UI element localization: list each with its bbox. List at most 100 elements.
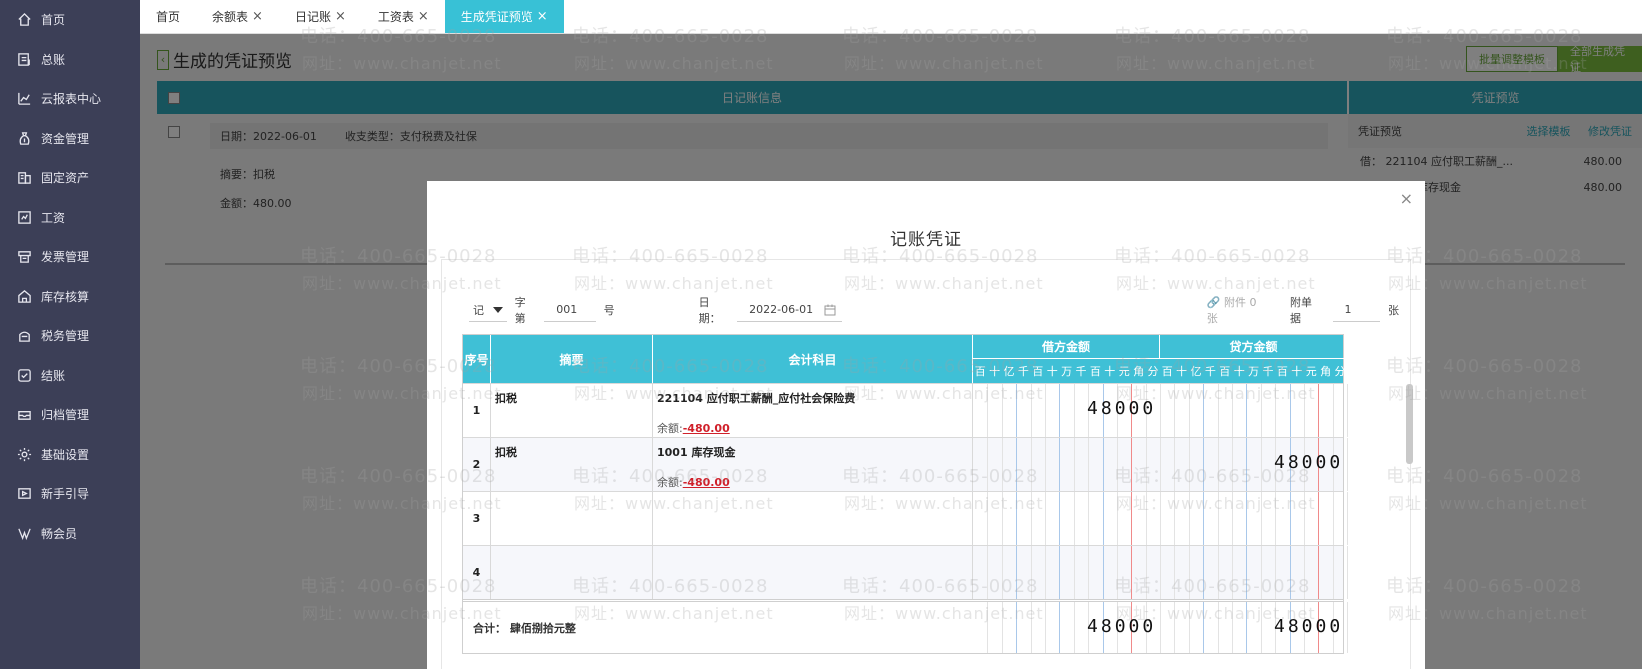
row-account[interactable]: 1001 库存现金 余额:-480.00: [653, 438, 973, 491]
digit-gridline: [1188, 438, 1190, 491]
close-icon[interactable]: ×: [335, 9, 346, 24]
digit-gridline: [1059, 492, 1061, 545]
sidebar-item-12[interactable]: 新手引导: [0, 474, 140, 514]
digit-gridline: [1045, 438, 1046, 491]
row-account[interactable]: [653, 492, 973, 545]
close-icon[interactable]: ×: [537, 9, 548, 24]
sidebar-item-7[interactable]: 库存核算: [0, 277, 140, 317]
credit-unit-label: 千: [1204, 365, 1216, 378]
sidebar-item-13[interactable]: 畅会员: [0, 514, 140, 554]
total-label: 合计： 肆佰捌拾元整: [473, 622, 576, 635]
sidebar-item-4[interactable]: 固定资产: [0, 158, 140, 198]
digit-gridline: [1232, 602, 1233, 653]
tab-3[interactable]: 工资表 ×: [362, 0, 445, 33]
voucher-word-select[interactable]: 记: [469, 298, 507, 322]
sidebar-item-11[interactable]: 基础设置: [0, 435, 140, 475]
digit-gridline: [1160, 492, 1162, 545]
row-summary[interactable]: 扣税: [491, 438, 653, 491]
digit-gridline: [1232, 438, 1233, 491]
sidebar-item-label: 云报表中心: [41, 92, 102, 107]
tab-2[interactable]: 日记账 ×: [279, 0, 362, 33]
tab-label: 首页: [156, 10, 181, 24]
modal-scrollbar[interactable]: [1406, 384, 1413, 464]
tab-label: 生成凭证预览: [460, 10, 533, 24]
tab-1[interactable]: 余额表 ×: [196, 0, 279, 33]
credit-unit-label: 角: [1320, 365, 1332, 378]
row-summary[interactable]: [491, 546, 653, 599]
digit-gridline: [1188, 384, 1190, 437]
digit-gridline: [1203, 492, 1205, 545]
digit-gridline: [1145, 492, 1147, 545]
total-amount-words: 肆佰捌拾元整: [509, 622, 576, 635]
sidebar-item-8[interactable]: 税务管理: [0, 316, 140, 356]
digit-gridline: [1088, 492, 1090, 545]
digit-gridline: [1117, 546, 1118, 599]
debit-unit-label: 分: [1147, 365, 1159, 378]
sidebar-item-0[interactable]: 首页: [0, 0, 140, 40]
digit-gridline: [1347, 384, 1349, 437]
row-index: 1: [463, 384, 491, 437]
sidebar-item-3[interactable]: 资金管理: [0, 119, 140, 159]
digit-gridline: [1275, 384, 1277, 437]
digit-gridline: [1217, 546, 1219, 599]
voucher-date-input[interactable]: 2022-06-01: [737, 298, 842, 322]
digit-gridline: [1174, 602, 1176, 653]
voucher-row[interactable]: 4: [463, 545, 1349, 599]
row-index: 2: [463, 438, 491, 491]
voucher-row[interactable]: 2 扣税 1001 库存现金 余额:-480.00 48000: [463, 437, 1349, 491]
attachment-link[interactable]: 🔗 附件 0 张: [1207, 294, 1270, 326]
sidebar-item-10[interactable]: 归档管理: [0, 395, 140, 435]
digit-gridline: [1117, 492, 1118, 545]
digit-gridline: [1016, 438, 1018, 491]
tab-label: 工资表: [377, 10, 414, 24]
sidebar-item-label: 发票管理: [41, 250, 90, 265]
digit-gridline: [1347, 438, 1349, 491]
sidebar-item-label: 归档管理: [41, 408, 90, 423]
credit-unit-label: 十: [1176, 365, 1188, 378]
debit-amount: 48000: [1087, 398, 1157, 419]
close-icon[interactable]: ×: [418, 9, 429, 24]
digit-gridline: [1045, 492, 1046, 545]
number-suffix: 号: [603, 304, 615, 317]
digit-gridline: [1059, 438, 1061, 491]
close-icon[interactable]: ×: [1400, 189, 1413, 208]
sidebar-item-label: 固定资产: [41, 171, 90, 186]
digit-gridline: [1347, 546, 1349, 599]
account-balance: 余额:-480.00: [657, 476, 730, 489]
row-summary[interactable]: 扣税: [491, 384, 653, 437]
attach-count-input[interactable]: 1: [1332, 298, 1380, 322]
digit-gridline: [1260, 602, 1262, 653]
row-account[interactable]: [653, 546, 973, 599]
voucher-row[interactable]: 3: [463, 491, 1349, 545]
sidebar-item-label: 税务管理: [41, 329, 90, 344]
sidebar-item-9[interactable]: 结账: [0, 356, 140, 396]
sidebar-item-5[interactable]: 工资: [0, 198, 140, 238]
digit-gridline: [1102, 546, 1104, 599]
row-summary[interactable]: [491, 492, 653, 545]
voucher-row[interactable]: 1 扣税 221104 应付职工薪酬_应付社会保险费 余额:-480.00 48000: [463, 383, 1349, 437]
col-index: 序号: [463, 335, 491, 383]
digit-gridline: [1117, 438, 1118, 491]
col-credit: 贷方金额: [1160, 335, 1347, 359]
voucher-number-input[interactable]: 001: [544, 298, 596, 322]
digit-gridline: [1275, 492, 1277, 545]
tab-4[interactable]: 生成凭证预览 ×: [444, 0, 564, 33]
digit-gridline: [1217, 492, 1219, 545]
digit-gridline: [1275, 546, 1277, 599]
debit-unit-label: 百: [974, 365, 986, 378]
digit-gridline: [1045, 384, 1046, 437]
sidebar-item-2[interactable]: 云报表中心: [0, 79, 140, 119]
sidebar-item-1[interactable]: 总账: [0, 40, 140, 80]
calendar-icon[interactable]: [824, 304, 836, 316]
close-icon[interactable]: ×: [252, 9, 263, 24]
digit-gridline: [1260, 438, 1262, 491]
tab-0[interactable]: 首页: [140, 0, 196, 33]
digit-gridline: [1001, 438, 1003, 491]
digit-gridline: [1045, 546, 1046, 599]
row-account[interactable]: 221104 应付职工薪酬_应付社会保险费 余额:-480.00: [653, 384, 973, 437]
digit-gridline: [1160, 384, 1162, 437]
sidebar-item-6[interactable]: 发票管理: [0, 237, 140, 277]
credit-unit-label: 十: [1233, 365, 1245, 378]
digit-gridline: [1016, 546, 1018, 599]
digit-gridline: [1217, 384, 1219, 437]
